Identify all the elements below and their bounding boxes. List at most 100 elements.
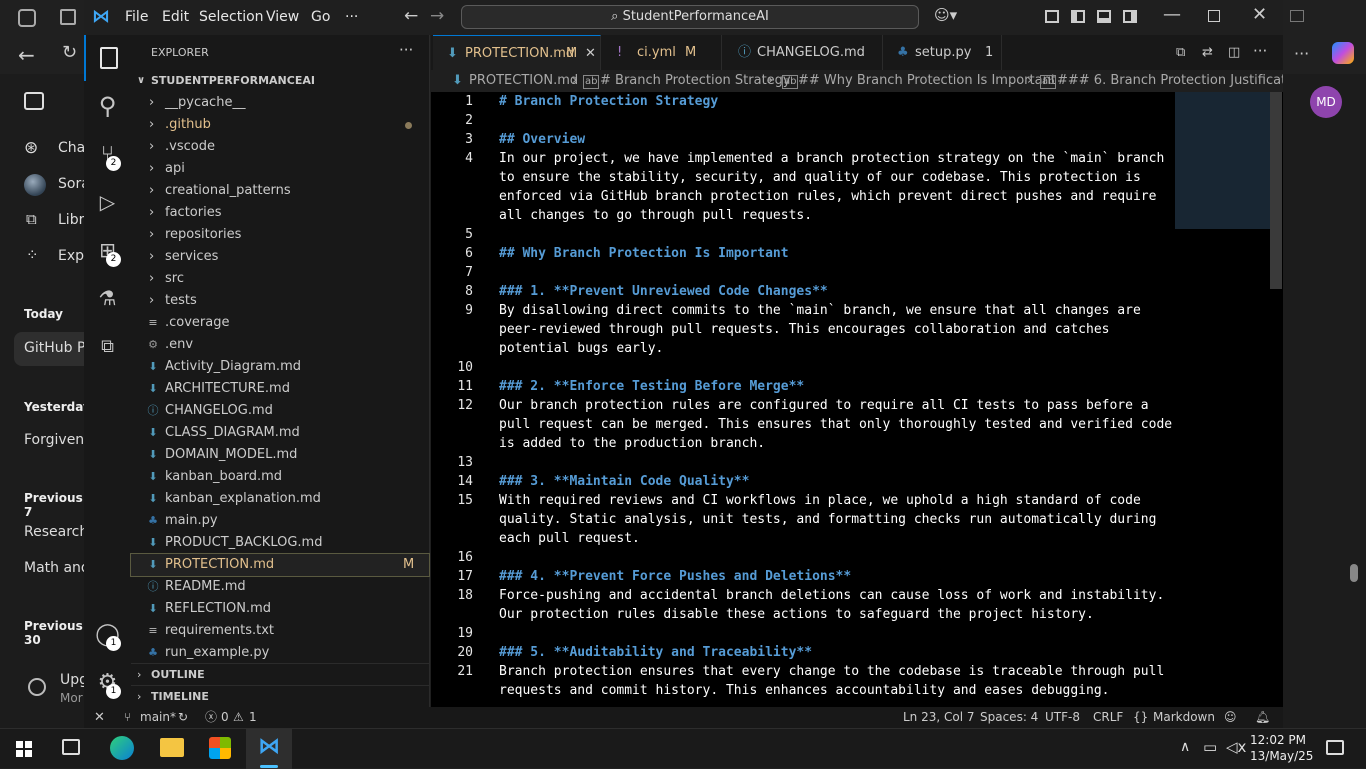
task-view-icon[interactable] <box>62 739 80 755</box>
toggle-sidebar-icon[interactable] <box>1071 10 1085 23</box>
workspace-root[interactable]: ∨ STUDENTPERFORMANCEAI <box>131 70 429 92</box>
more-icon[interactable]: ··· <box>1294 44 1309 63</box>
breadcrumb-file[interactable]: PROTECTION.md <box>469 70 578 92</box>
file-item[interactable]: ⓘ README.md <box>131 576 429 598</box>
folder-item[interactable]: › repositories <box>131 224 429 246</box>
minimize-icon[interactable]: — <box>1163 4 1181 25</box>
file-item[interactable]: ≡ .coverage <box>131 312 429 334</box>
extensions-icon[interactable]: ⊞ <box>84 227 131 273</box>
remote-icon[interactable]: ✕ <box>94 707 105 728</box>
close-tab-icon[interactable]: ✕ <box>585 36 596 71</box>
file-item[interactable]: ⬇ REFLECTION.md <box>131 598 429 620</box>
layout-customize-icon[interactable] <box>1045 10 1059 23</box>
folder-item[interactable]: › __pycache__ <box>131 92 429 114</box>
file-item[interactable]: ⬇ kanban_board.md <box>131 466 429 488</box>
close-window-icon[interactable]: ✕ <box>1252 4 1267 25</box>
sidebar-toggle-icon[interactable] <box>24 92 44 110</box>
code-line[interactable]: pull request can be merged. This ensures… <box>499 415 1172 434</box>
markdown-heading-line[interactable]: ### 1. **Prevent Unreviewed Code Changes… <box>499 282 828 301</box>
chat-item-chat[interactable]: Chat <box>58 140 84 156</box>
file-item[interactable]: ⬇ ARCHITECTURE.md <box>131 378 429 400</box>
folder-item[interactable]: › .vscode <box>131 136 429 158</box>
back-arrow-icon[interactable]: ← <box>18 43 35 67</box>
tab-actions-icon[interactable] <box>60 9 76 25</box>
taskbar-time[interactable]: 12:02 PM <box>1250 733 1306 747</box>
nav-forward-icon[interactable]: → <box>430 6 444 26</box>
menu-file[interactable]: File <box>125 9 148 25</box>
cursor-position[interactable]: Ln 23, Col 7 <box>903 707 975 728</box>
chat-item-sora[interactable]: Sora <box>58 176 84 192</box>
chat-history-item[interactable]: Forgivene <box>24 432 84 448</box>
markdown-heading-line[interactable]: # Branch Protection Strategy <box>499 92 718 111</box>
chat-history-item[interactable]: Research <box>24 524 84 540</box>
copilot-status-icon[interactable]: ☺ <box>1224 707 1237 728</box>
folder-item[interactable]: › .github <box>131 114 429 136</box>
language-mode[interactable]: Markdown <box>1153 707 1215 728</box>
timeline-section[interactable]: › TIMELINE <box>131 685 429 707</box>
code-line[interactable]: enforced via GitHub branch protection ru… <box>499 187 1156 206</box>
file-item[interactable]: ⬇ kanban_explanation.md <box>131 488 429 510</box>
command-center-search[interactable]: ⌕ StudentPerformanceAI <box>461 5 919 29</box>
file-item[interactable]: ⬇ Activity_Diagram.md <box>131 356 429 378</box>
code-line[interactable]: With required reviews and CI workflows i… <box>499 491 1141 510</box>
code-line[interactable]: In our project, we have implemented a br… <box>499 149 1164 168</box>
chat-history-item[interactable]: Math and <box>24 560 84 576</box>
folder-item[interactable]: › src <box>131 268 429 290</box>
file-item[interactable]: ♣ main.py <box>131 510 429 532</box>
file-item[interactable]: ♣ run_example.py <box>131 642 429 664</box>
code-line[interactable]: potential bugs early. <box>499 339 663 358</box>
refresh-icon[interactable]: ↻ <box>62 42 77 63</box>
chat-item-explore[interactable]: Explore <box>58 248 84 264</box>
breadcrumb-h3[interactable]: ### 6. Branch Protection Justification <box>1057 70 1283 92</box>
tab-setup-py[interactable]: ♣ setup.py 1 <box>883 35 1002 70</box>
notification-center-icon[interactable] <box>1326 740 1344 755</box>
upgrade-label[interactable]: Upg <box>60 672 84 688</box>
folder-item[interactable]: › services <box>131 246 429 268</box>
indentation[interactable]: Spaces: 4 <box>980 707 1038 728</box>
accounts-icon[interactable]: ◯ <box>84 611 131 657</box>
folder-item[interactable]: › tests <box>131 290 429 312</box>
code-line[interactable]: all changes to go through pull requests. <box>499 206 812 225</box>
nav-back-icon[interactable]: ← <box>404 6 418 26</box>
branch-name[interactable]: main* <box>140 707 176 728</box>
split-editor-icon[interactable]: ◫ <box>1228 45 1240 60</box>
chat-item-library[interactable]: Library <box>58 212 84 228</box>
source-control-icon[interactable]: ⑂ <box>84 131 131 177</box>
tab-protection-md[interactable]: ⬇ PROTECTION.md M ✕ <box>433 35 601 70</box>
breadcrumb-h2[interactable]: ## Why Branch Protection Is Important <box>798 70 1056 92</box>
code-line[interactable]: is added to the production branch. <box>499 434 765 453</box>
testing-icon[interactable]: ⚗ <box>84 275 131 321</box>
editor-more-icon[interactable]: ··· <box>1253 42 1267 60</box>
editor-scrollbar-thumb[interactable] <box>1270 92 1282 289</box>
menu-edit[interactable]: Edit <box>162 9 189 25</box>
edge-browser-icon[interactable] <box>110 736 134 760</box>
line-ending[interactable]: CRLF <box>1093 707 1123 728</box>
menu-more[interactable]: ··· <box>345 9 358 25</box>
tab-changelog-md[interactable]: ⓘ CHANGELOG.md <box>722 35 883 70</box>
run-debug-icon[interactable]: ▷ <box>84 179 131 225</box>
file-explorer-icon[interactable] <box>160 738 184 757</box>
code-line[interactable]: Our protection rules disable these actio… <box>499 605 1094 624</box>
copilot-menu-icon[interactable]: ☺▾ <box>934 6 957 24</box>
explorer-icon[interactable] <box>84 35 131 81</box>
folder-item[interactable]: › factories <box>131 202 429 224</box>
remote-explorer-icon[interactable]: ⧉ <box>84 323 131 369</box>
code-line[interactable]: to ensure the stability, security, and q… <box>499 168 1141 187</box>
start-windows-icon[interactable] <box>16 741 32 757</box>
file-item[interactable]: ⬇ DOMAIN_MODEL.md <box>131 444 429 466</box>
encoding[interactable]: UTF-8 <box>1045 707 1080 728</box>
sync-icon[interactable]: ↻ <box>178 707 188 728</box>
code-line[interactable]: By disallowing direct commits to the `ma… <box>499 301 1141 320</box>
outline-section[interactable]: › OUTLINE <box>131 663 429 685</box>
file-item[interactable]: ≡ requirements.txt <box>131 620 429 642</box>
file-item[interactable]: ⓘ CHANGELOG.md <box>131 400 429 422</box>
search-view-icon[interactable]: ⚲ <box>84 83 131 129</box>
workspaces-icon[interactable] <box>18 9 36 27</box>
breadcrumb-h1[interactable]: # Branch Protection Strategy <box>600 70 791 92</box>
markdown-heading-line[interactable]: ### 4. **Prevent Force Pushes and Deleti… <box>499 567 851 586</box>
code-line[interactable]: quality. Static analysis, unit tests, an… <box>499 510 1156 529</box>
chat-history-item[interactable]: GitHub Pr <box>24 340 84 356</box>
open-preview-icon[interactable]: ⧉ <box>1176 45 1185 60</box>
file-item[interactable]: ⬇ PRODUCT_BACKLOG.md <box>131 532 429 554</box>
volume-mute-icon[interactable]: ◁x <box>1226 738 1246 756</box>
